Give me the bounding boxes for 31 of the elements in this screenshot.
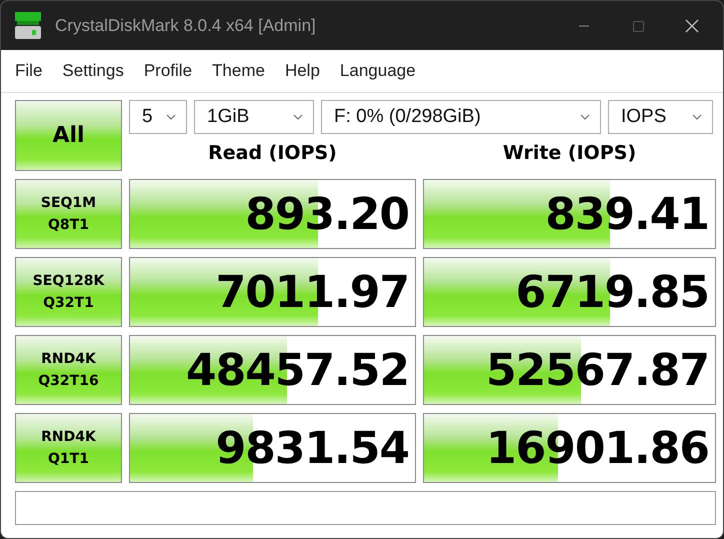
chevron-down-icon [166, 114, 176, 120]
result-value: 839.41 [545, 188, 710, 240]
chevron-down-icon [580, 114, 590, 120]
test-button[interactable]: RND4K Q1T1 [15, 413, 122, 483]
chevron-down-icon [293, 114, 303, 120]
dropdown[interactable]: 1GiB [194, 100, 314, 134]
menu-item[interactable]: Help [274, 57, 330, 85]
dropdown[interactable]: 5 [129, 100, 187, 134]
result-value: 16901.86 [486, 422, 710, 474]
window-title: CrystalDiskMark 8.0.4 x64 [Admin] [55, 16, 316, 36]
column-header: Read (IOPS) [207, 142, 338, 164]
dropdown[interactable]: F: 0% (0/298GiB) [321, 100, 601, 134]
all-button[interactable]: All [15, 100, 122, 171]
menu-item[interactable]: Language [330, 57, 426, 85]
result-value: 6719.85 [516, 266, 710, 318]
menu-item[interactable]: File [5, 57, 52, 85]
result-value: 52567.87 [486, 344, 710, 396]
column-header: Write (IOPS) [502, 142, 638, 164]
disk-icon [13, 10, 43, 40]
result-value: 9831.54 [216, 422, 410, 474]
menu-item[interactable]: Profile [134, 57, 202, 85]
dropdown[interactable]: IOPS [608, 100, 713, 134]
comment-field[interactable] [15, 491, 716, 525]
menu-item[interactable]: Theme [202, 57, 275, 85]
test-button[interactable]: SEQ128K Q32T1 [15, 257, 122, 327]
test-button[interactable]: RND4K Q32T16 [15, 335, 122, 405]
chevron-down-icon [692, 114, 702, 120]
test-button[interactable]: SEQ1M Q8T1 [15, 179, 122, 249]
menu-item[interactable]: Settings [52, 57, 134, 85]
result-value: 893.20 [245, 188, 410, 240]
result-value: 48457.52 [186, 344, 410, 396]
